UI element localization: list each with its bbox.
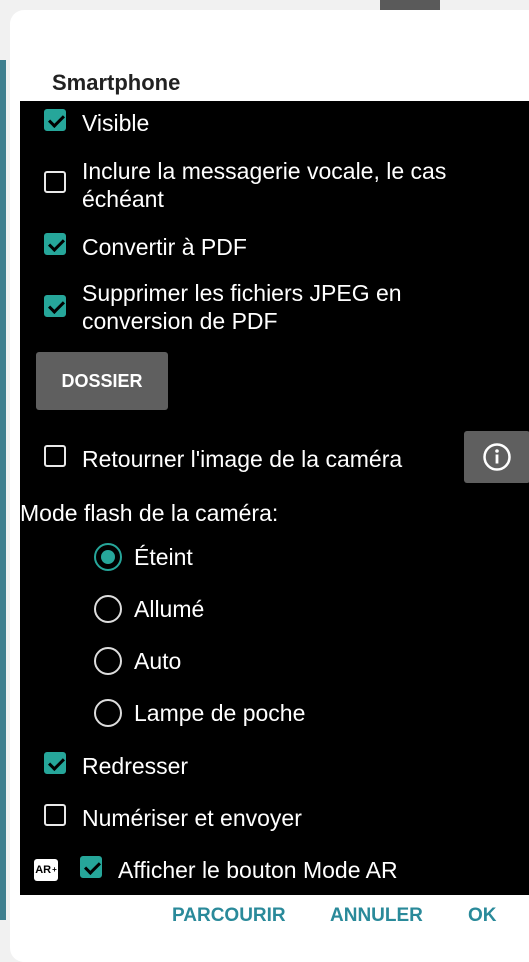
- folder-button[interactable]: DOSSIER: [36, 352, 168, 410]
- pdf-option[interactable]: Convertir à PDF: [44, 233, 247, 261]
- flip-option[interactable]: Retourner l'image de la caméra: [44, 445, 402, 473]
- flash-option-label: Auto: [134, 648, 182, 674]
- flash-option[interactable]: Lampe de poche: [94, 699, 305, 727]
- voicemail-checkbox[interactable]: [44, 171, 66, 193]
- delete-jpeg-checkbox[interactable]: [44, 295, 66, 317]
- flash-option-label: Allumé: [134, 596, 205, 622]
- visible-checkbox[interactable]: [44, 109, 66, 131]
- ar-badge-text: AR: [35, 864, 52, 876]
- pdf-checkbox[interactable]: [44, 233, 66, 255]
- straighten-checkbox[interactable]: [44, 752, 66, 774]
- flash-radio-auto[interactable]: [94, 647, 122, 675]
- voicemail-option[interactable]: Inclure la messagerie vocale, le cas éch…: [44, 157, 514, 213]
- scan-send-label: Numériser et envoyer: [82, 805, 302, 831]
- options-panel: Visible Inclure la messagerie vocale, le…: [20, 101, 529, 895]
- flash-option-label: Éteint: [134, 544, 193, 570]
- straighten-option[interactable]: Redresser: [44, 752, 188, 780]
- flash-option-label: Lampe de poche: [134, 700, 306, 726]
- ar-badge-sup: +: [52, 865, 57, 874]
- cancel-button[interactable]: ANNULER: [330, 905, 423, 927]
- delete-jpeg-option[interactable]: Supprimer les fichiers JPEG en conversio…: [44, 279, 484, 335]
- flash-mode-text: Mode flash de la caméra:: [20, 500, 279, 526]
- scan-send-checkbox[interactable]: [44, 804, 66, 826]
- info-button[interactable]: [464, 431, 529, 483]
- flash-radio-on[interactable]: [94, 595, 122, 623]
- flash-option[interactable]: Auto: [94, 647, 181, 675]
- voicemail-label: Inclure la messagerie vocale, le cas éch…: [82, 158, 447, 212]
- visible-option[interactable]: Visible: [44, 109, 149, 137]
- flash-option[interactable]: Allumé: [94, 595, 204, 623]
- straighten-label: Redresser: [82, 753, 189, 779]
- flash-radio-off[interactable]: [94, 543, 122, 571]
- flip-checkbox[interactable]: [44, 445, 66, 467]
- background-edge: [0, 60, 6, 920]
- scan-send-option[interactable]: Numériser et envoyer: [44, 804, 302, 832]
- ar-button-option[interactable]: AR + Afficher le bouton Mode AR: [34, 856, 398, 884]
- dialog-title: Smartphone: [52, 70, 181, 95]
- pdf-label: Convertir à PDF: [82, 234, 247, 260]
- flash-option[interactable]: Éteint: [94, 543, 193, 571]
- background-edge-top: [380, 0, 440, 10]
- info-icon: [483, 443, 511, 471]
- visible-label: Visible: [82, 110, 150, 136]
- ar-icon: AR +: [34, 859, 58, 881]
- ar-button-label: Afficher le bouton Mode AR: [118, 857, 398, 883]
- ar-button-checkbox[interactable]: [80, 856, 102, 878]
- flash-mode-label: Mode flash de la caméra:: [20, 499, 278, 527]
- settings-dialog: Smartphone Visible Inclure la messagerie…: [10, 10, 529, 962]
- browse-button[interactable]: PARCOURIR: [172, 905, 286, 927]
- delete-jpeg-label: Supprimer les fichiers JPEG en conversio…: [82, 280, 402, 334]
- flip-label: Retourner l'image de la caméra: [82, 446, 403, 472]
- flash-radio-torch[interactable]: [94, 699, 122, 727]
- ok-button[interactable]: OK: [468, 905, 497, 927]
